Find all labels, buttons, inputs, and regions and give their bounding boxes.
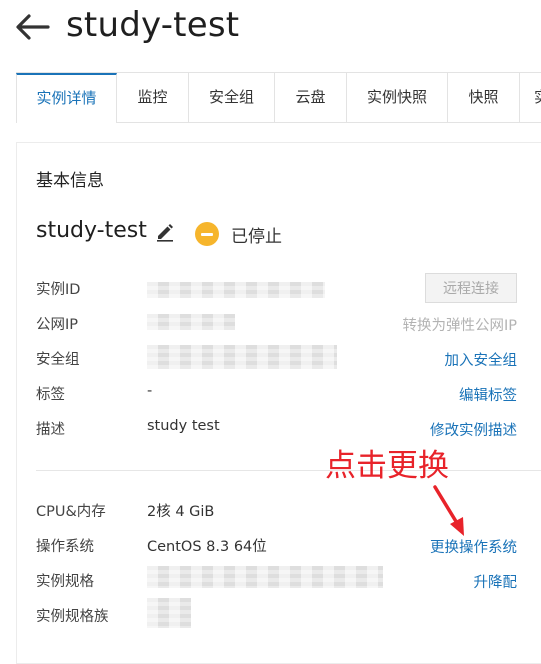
edit-tags-link[interactable]: 编辑标签 xyxy=(459,384,517,405)
tab-instance-details[interactable]: 实例详情 xyxy=(16,73,117,123)
description-value: study test xyxy=(147,418,220,434)
page-header: study-test xyxy=(0,0,541,60)
instance-spec-family-label: 实例规格族 xyxy=(36,609,109,625)
security-group-label: 安全组 xyxy=(36,352,80,368)
os-label: 操作系统 xyxy=(36,539,94,555)
instance-spec-family-redacted xyxy=(147,598,191,628)
edit-pencil-icon[interactable] xyxy=(155,222,175,242)
tab-monitoring[interactable]: 监控 xyxy=(117,73,189,122)
cpu-memory-label: CPU&内存 xyxy=(36,504,106,520)
tab-snapshot[interactable]: 快照 xyxy=(448,73,520,122)
tags-label: 标签 xyxy=(36,387,65,403)
section-title: 基本信息 xyxy=(36,171,104,191)
instance-id-label: 实例ID xyxy=(36,282,81,298)
instance-spec-label: 实例规格 xyxy=(36,574,94,590)
public-ip-redacted xyxy=(147,314,235,330)
remote-connect-button[interactable]: 远程连接 xyxy=(425,273,517,303)
upgrade-downgrade-link[interactable]: 升降配 xyxy=(474,571,518,592)
instance-name: study-test xyxy=(36,218,147,243)
tab-instance-snapshot[interactable]: 实例快照 xyxy=(347,73,448,122)
annotation-arrow-icon xyxy=(433,485,464,536)
annotation-text: 点击更换 xyxy=(325,448,449,484)
instance-spec-redacted xyxy=(147,566,383,588)
page-title: study-test xyxy=(66,5,240,45)
cpu-memory-value: 2核 4 GiB xyxy=(147,504,215,520)
stopped-status-icon xyxy=(195,222,219,246)
convert-eip-link: 转换为弹性公网IP xyxy=(402,318,517,334)
tags-value: - xyxy=(147,383,153,399)
back-arrow-icon[interactable] xyxy=(14,12,50,42)
section-divider xyxy=(36,470,541,471)
public-ip-label: 公网IP xyxy=(36,317,79,333)
os-value: CentOS 8.3 64位 xyxy=(147,539,267,555)
security-group-redacted xyxy=(147,345,337,369)
tab-bar: 实例详情 监控 安全组 云盘 实例快照 快照 实 xyxy=(16,72,541,123)
tab-overflow[interactable]: 实 xyxy=(520,73,541,122)
instance-status: 已停止 xyxy=(231,227,282,247)
description-label: 描述 xyxy=(36,422,65,438)
modify-description-link[interactable]: 修改实例描述 xyxy=(430,419,517,440)
join-security-group-link[interactable]: 加入安全组 xyxy=(445,349,518,370)
tab-cloud-disk[interactable]: 云盘 xyxy=(275,73,347,122)
tab-security-group[interactable]: 安全组 xyxy=(189,73,275,122)
change-os-link[interactable]: 更换操作系统 xyxy=(430,536,517,557)
instance-id-redacted xyxy=(147,282,325,298)
